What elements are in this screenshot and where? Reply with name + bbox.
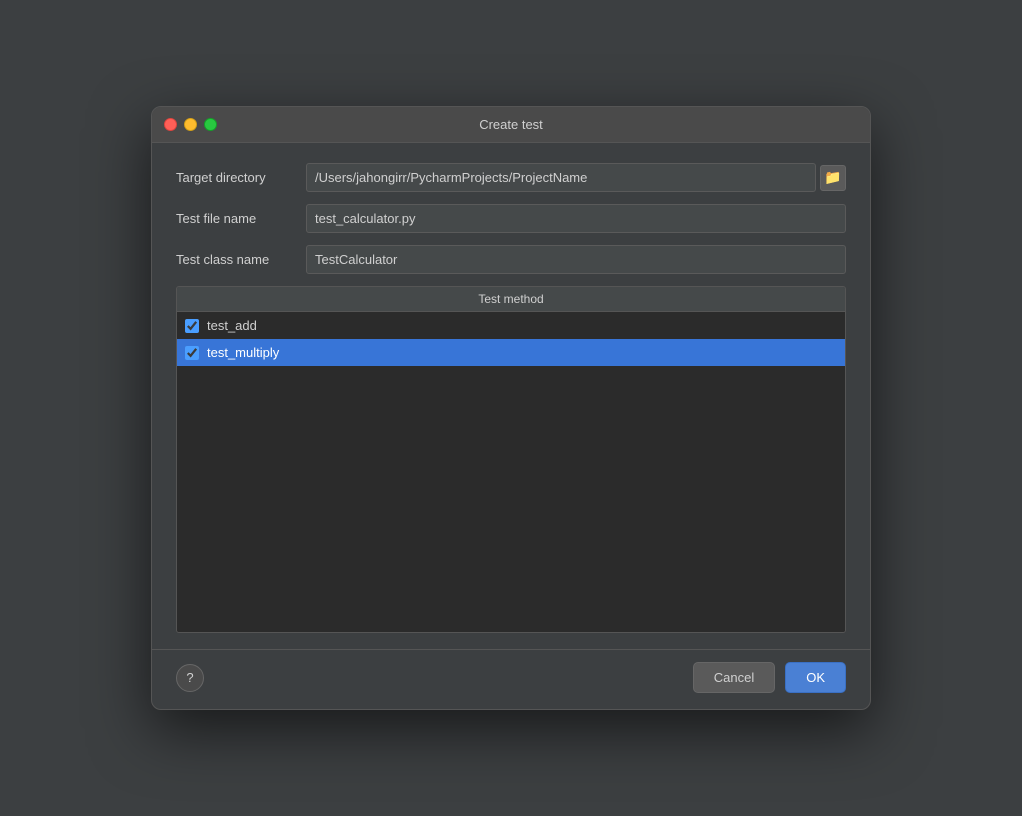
dialog-footer: ? Cancel OK — [152, 649, 870, 709]
help-button[interactable]: ? — [176, 664, 204, 692]
test-add-checkbox[interactable] — [185, 319, 199, 333]
test-file-name-input[interactable] — [306, 204, 846, 233]
cancel-button[interactable]: Cancel — [693, 662, 775, 693]
target-directory-input[interactable] — [306, 163, 816, 192]
minimize-button[interactable] — [184, 118, 197, 131]
test-multiply-checkbox[interactable] — [185, 346, 199, 360]
test-file-name-wrapper — [306, 204, 846, 233]
dialog-body: Target directory 📁 Test file name Test c… — [152, 143, 870, 649]
test-class-name-input[interactable] — [306, 245, 846, 274]
target-directory-browse-button[interactable]: 📁 — [820, 165, 846, 191]
folder-icon: 📁 — [824, 169, 841, 186]
target-directory-wrapper: 📁 — [306, 163, 846, 192]
test-file-name-row: Test file name — [176, 204, 846, 233]
test-multiply-label: test_multiply — [207, 345, 279, 360]
test-file-name-label: Test file name — [176, 211, 306, 226]
list-item[interactable]: test_multiply — [177, 339, 845, 366]
maximize-button[interactable] — [204, 118, 217, 131]
test-method-section: Test method test_add test_multiply — [176, 286, 846, 633]
create-test-dialog: Create test Target directory 📁 Test file… — [151, 106, 871, 710]
test-class-name-row: Test class name — [176, 245, 846, 274]
close-button[interactable] — [164, 118, 177, 131]
test-class-name-wrapper — [306, 245, 846, 274]
title-bar: Create test — [152, 107, 870, 143]
ok-button[interactable]: OK — [785, 662, 846, 693]
test-method-header: Test method — [177, 287, 845, 312]
list-item[interactable]: test_add — [177, 312, 845, 339]
test-class-name-label: Test class name — [176, 252, 306, 267]
test-method-list: test_add test_multiply — [177, 312, 845, 632]
test-add-label: test_add — [207, 318, 257, 333]
target-directory-label: Target directory — [176, 170, 306, 185]
traffic-lights — [164, 118, 217, 131]
target-directory-row: Target directory 📁 — [176, 163, 846, 192]
dialog-title: Create test — [479, 117, 543, 132]
footer-buttons: Cancel OK — [693, 662, 846, 693]
